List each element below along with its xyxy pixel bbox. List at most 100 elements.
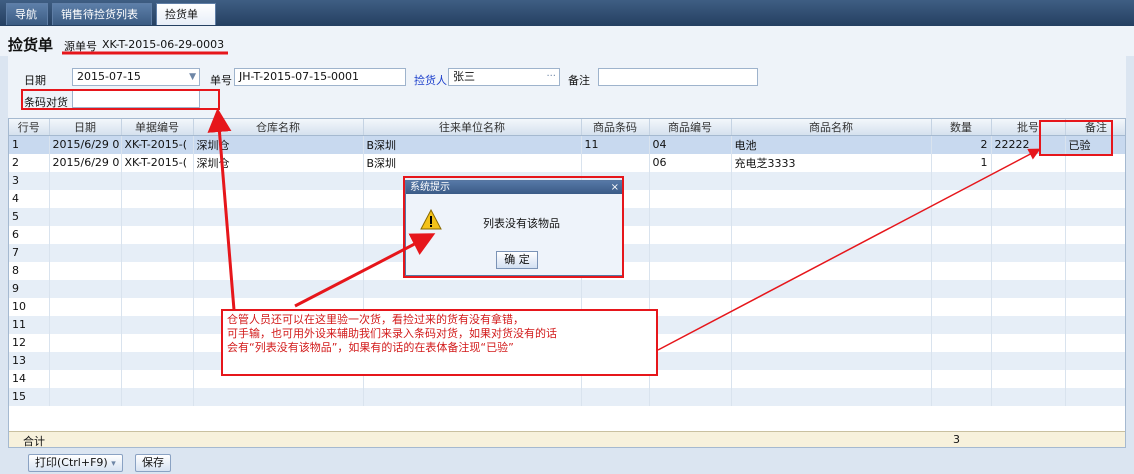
cell-doc[interactable] [121,225,194,244]
cell-no[interactable]: 12 [9,333,50,352]
cell-warehouse[interactable] [193,243,364,262]
cell-remark[interactable] [1065,225,1125,244]
cell-qty[interactable] [931,333,992,352]
cell-batch[interactable] [991,369,1066,388]
cell-no[interactable]: 14 [9,369,50,388]
cell-batch[interactable] [991,261,1066,280]
cell-doc[interactable] [121,189,194,208]
cell-name[interactable] [731,279,932,298]
chevron-down-icon[interactable]: ▼ [189,69,196,85]
cell-code[interactable] [649,315,732,334]
cell-batch[interactable] [991,171,1066,190]
cell-remark[interactable] [1065,333,1125,352]
cell-name[interactable] [731,297,932,316]
table-row[interactable]: 9 [9,279,1125,298]
cell-batch[interactable] [991,333,1066,352]
cell-date[interactable] [49,297,122,316]
cell-qty[interactable] [931,171,992,190]
cell-no[interactable]: 11 [9,315,50,334]
cell-code[interactable] [649,261,732,280]
cell-no[interactable]: 2 [9,153,50,172]
cell-no[interactable]: 7 [9,243,50,262]
chevron-down-icon[interactable]: ▾ [111,459,116,469]
remark-field[interactable] [598,68,758,86]
cell-remark[interactable] [1065,369,1125,388]
col-header[interactable]: 日期 [49,119,122,136]
tab-pick-order[interactable]: 捡货单x [156,3,216,43]
cell-remark[interactable] [1065,315,1125,334]
cell-barcode[interactable] [581,279,650,298]
cell-qty[interactable]: 1 [931,153,992,172]
cell-qty[interactable] [931,351,992,370]
cell-doc[interactable] [121,315,194,334]
cell-date[interactable]: 2015/6/29 0 [49,135,122,154]
cell-warehouse[interactable]: 深圳仓 [193,135,364,154]
cell-doc[interactable] [121,333,194,352]
cell-partner[interactable] [363,279,582,298]
cell-date[interactable] [49,225,122,244]
cell-code[interactable] [649,297,732,316]
cell-no[interactable]: 4 [9,189,50,208]
cell-qty[interactable] [931,207,992,226]
print-button[interactable]: 打印(Ctrl+F9) ▾ [28,454,123,472]
save-button[interactable]: 保存 [135,454,171,472]
cell-warehouse[interactable] [193,225,364,244]
cell-date[interactable] [49,333,122,352]
cell-barcode[interactable]: 11 [581,135,650,154]
cell-qty[interactable] [931,279,992,298]
col-header[interactable]: 行号 [9,119,50,136]
cell-name[interactable]: 充电芝3333 [731,153,932,172]
cell-name[interactable] [731,369,932,388]
cell-date[interactable] [49,243,122,262]
cell-remark[interactable] [1065,279,1125,298]
cell-batch[interactable] [991,387,1066,406]
cell-batch[interactable] [991,315,1066,334]
cell-name[interactable] [731,243,932,262]
col-header[interactable]: 单据编号 [121,119,194,136]
cell-doc[interactable] [121,171,194,190]
cell-doc[interactable] [121,351,194,370]
cell-warehouse[interactable] [193,189,364,208]
col-header[interactable]: 数量 [931,119,992,136]
cell-date[interactable] [49,351,122,370]
date-field[interactable]: 2015-07-15 ▼ [72,68,200,86]
cell-qty[interactable] [931,243,992,262]
cell-date[interactable] [49,387,122,406]
cell-code[interactable] [649,369,732,388]
cell-qty[interactable] [931,189,992,208]
cell-code[interactable] [649,387,732,406]
cell-code[interactable] [649,333,732,352]
cell-no[interactable]: 10 [9,297,50,316]
cell-no[interactable]: 5 [9,207,50,226]
cell-code[interactable] [649,171,732,190]
col-header[interactable]: 仓库名称 [193,119,364,136]
cell-remark[interactable] [1065,351,1125,370]
cell-batch[interactable] [991,225,1066,244]
cell-no[interactable]: 13 [9,351,50,370]
col-header[interactable]: 商品条码 [581,119,650,136]
cell-batch[interactable] [991,243,1066,262]
cell-date[interactable]: 2015/6/29 0 [49,153,122,172]
cell-remark[interactable] [1065,207,1125,226]
cell-batch[interactable] [991,189,1066,208]
cell-no[interactable]: 3 [9,171,50,190]
cell-warehouse[interactable] [193,207,364,226]
cell-batch[interactable] [991,297,1066,316]
cell-batch[interactable] [991,153,1066,172]
cell-remark[interactable] [1065,189,1125,208]
cell-name[interactable] [731,171,932,190]
col-header[interactable]: 往来单位名称 [363,119,582,136]
cell-qty[interactable] [931,225,992,244]
cell-doc[interactable] [121,279,194,298]
table-row[interactable]: 1 2015/6/29 0 XK-T-2015-(深圳仓 B深圳 11 04 电池 2 2222… [9,135,1125,154]
cell-date[interactable] [49,261,122,280]
table-row[interactable]: 15 [9,387,1125,406]
cell-no[interactable]: 8 [9,261,50,280]
cell-date[interactable] [49,171,122,190]
cell-doc[interactable] [121,369,194,388]
cell-code[interactable] [649,225,732,244]
cell-name[interactable]: 电池 [731,135,932,154]
cell-doc[interactable] [121,243,194,262]
cell-doc[interactable] [121,387,194,406]
cell-date[interactable] [49,207,122,226]
